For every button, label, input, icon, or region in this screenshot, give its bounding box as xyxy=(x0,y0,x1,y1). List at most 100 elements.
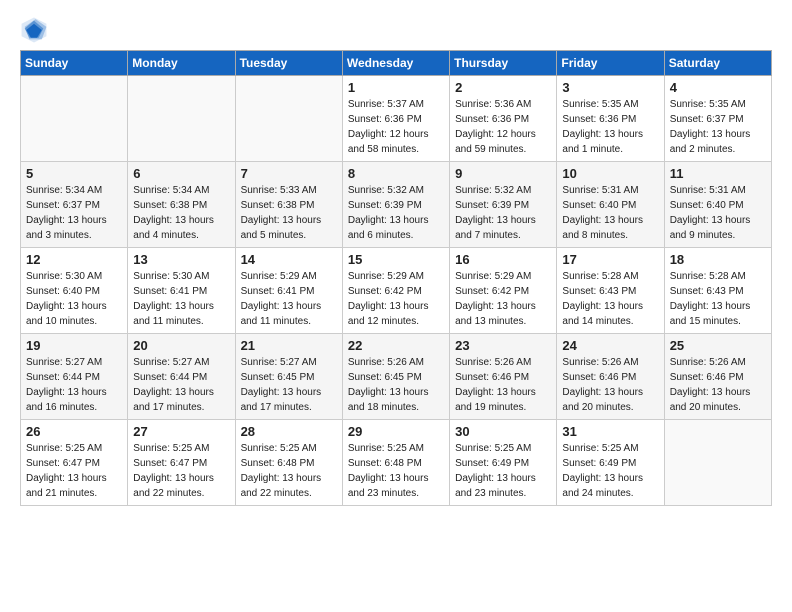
day-info: Sunrise: 5:26 AM Sunset: 6:45 PM Dayligh… xyxy=(348,355,444,415)
page-header xyxy=(20,16,772,44)
calendar-cell: 6 Sunrise: 5:34 AM Sunset: 6:38 PM Daylig… xyxy=(128,162,235,248)
day-number: 5 xyxy=(26,166,122,181)
calendar-cell: 17Sunrise: 5:28 AM Sunset: 6:43 PM Dayli… xyxy=(557,248,664,334)
calendar-cell: 2Sunrise: 5:36 AM Sunset: 6:36 PM Daylig… xyxy=(450,76,557,162)
calendar-cell: 27 Sunrise: 5:25 AM Sunset: 6:47 PM Dayli… xyxy=(128,420,235,506)
day-number: 27 xyxy=(133,424,229,439)
week-row-2: 5 Sunrise: 5:34 AM Sunset: 6:37 PM Daylig… xyxy=(21,162,772,248)
day-number: 26 xyxy=(26,424,122,439)
calendar-cell: 24 Sunrise: 5:26 AM Sunset: 6:46 PM Dayli… xyxy=(557,334,664,420)
day-info: Sunrise: 5:27 AM Sunset: 6:45 PM Dayligh… xyxy=(241,355,337,415)
calendar-cell: 1Sunrise: 5:37 AM Sunset: 6:36 PM Daylig… xyxy=(342,76,449,162)
day-info: Sunrise: 5:35 AM Sunset: 6:37 PM Dayligh… xyxy=(670,97,766,157)
logo xyxy=(20,16,52,44)
day-info: Sunrise: 5:32 AM Sunset: 6:39 PM Dayligh… xyxy=(455,183,551,243)
day-number: 18 xyxy=(670,252,766,267)
day-number: 28 xyxy=(241,424,337,439)
day-number: 24 xyxy=(562,338,658,353)
day-info: Sunrise: 5:34 AM Sunset: 6:38 PM Dayligh… xyxy=(133,183,229,243)
calendar-cell: 5 Sunrise: 5:34 AM Sunset: 6:37 PM Daylig… xyxy=(21,162,128,248)
calendar-cell xyxy=(664,420,771,506)
day-number: 3 xyxy=(562,80,658,95)
calendar-cell: 23 Sunrise: 5:26 AM Sunset: 6:46 PM Dayli… xyxy=(450,334,557,420)
calendar-cell: 16 Sunrise: 5:29 AM Sunset: 6:42 PM Dayli… xyxy=(450,248,557,334)
calendar-cell: 8 Sunrise: 5:32 AM Sunset: 6:39 PM Daylig… xyxy=(342,162,449,248)
calendar-cell: 29Sunrise: 5:25 AM Sunset: 6:48 PM Dayli… xyxy=(342,420,449,506)
day-info: Sunrise: 5:30 AM Sunset: 6:41 PM Dayligh… xyxy=(133,269,229,329)
day-header-saturday: Saturday xyxy=(664,51,771,76)
calendar-cell: 30 Sunrise: 5:25 AM Sunset: 6:49 PM Dayli… xyxy=(450,420,557,506)
day-number: 12 xyxy=(26,252,122,267)
calendar-cell: 13Sunrise: 5:30 AM Sunset: 6:41 PM Dayli… xyxy=(128,248,235,334)
calendar-cell: 7 Sunrise: 5:33 AM Sunset: 6:38 PM Daylig… xyxy=(235,162,342,248)
day-number: 2 xyxy=(455,80,551,95)
day-number: 4 xyxy=(670,80,766,95)
day-number: 8 xyxy=(348,166,444,181)
day-number: 15 xyxy=(348,252,444,267)
day-info: Sunrise: 5:34 AM Sunset: 6:37 PM Dayligh… xyxy=(26,183,122,243)
day-header-friday: Friday xyxy=(557,51,664,76)
day-info: Sunrise: 5:26 AM Sunset: 6:46 PM Dayligh… xyxy=(670,355,766,415)
calendar-cell: 9 Sunrise: 5:32 AM Sunset: 6:39 PM Daylig… xyxy=(450,162,557,248)
day-info: Sunrise: 5:35 AM Sunset: 6:36 PM Dayligh… xyxy=(562,97,658,157)
calendar-cell: 14Sunrise: 5:29 AM Sunset: 6:41 PM Dayli… xyxy=(235,248,342,334)
day-info: Sunrise: 5:31 AM Sunset: 6:40 PM Dayligh… xyxy=(562,183,658,243)
calendar-cell xyxy=(235,76,342,162)
week-row-3: 12 Sunrise: 5:30 AM Sunset: 6:40 PM Dayli… xyxy=(21,248,772,334)
day-number: 19 xyxy=(26,338,122,353)
day-number: 16 xyxy=(455,252,551,267)
day-info: Sunrise: 5:33 AM Sunset: 6:38 PM Dayligh… xyxy=(241,183,337,243)
calendar-cell: 18 Sunrise: 5:28 AM Sunset: 6:43 PM Dayli… xyxy=(664,248,771,334)
calendar-cell: 20Sunrise: 5:27 AM Sunset: 6:44 PM Dayli… xyxy=(128,334,235,420)
day-number: 30 xyxy=(455,424,551,439)
calendar-cell: 19 Sunrise: 5:27 AM Sunset: 6:44 PM Dayli… xyxy=(21,334,128,420)
day-info: Sunrise: 5:25 AM Sunset: 6:47 PM Dayligh… xyxy=(133,441,229,501)
day-info: Sunrise: 5:26 AM Sunset: 6:46 PM Dayligh… xyxy=(455,355,551,415)
day-info: Sunrise: 5:25 AM Sunset: 6:49 PM Dayligh… xyxy=(455,441,551,501)
calendar-cell: 4 Sunrise: 5:35 AM Sunset: 6:37 PM Daylig… xyxy=(664,76,771,162)
day-number: 25 xyxy=(670,338,766,353)
day-number: 22 xyxy=(348,338,444,353)
calendar-cell: 26 Sunrise: 5:25 AM Sunset: 6:47 PM Dayli… xyxy=(21,420,128,506)
day-info: Sunrise: 5:25 AM Sunset: 6:48 PM Dayligh… xyxy=(348,441,444,501)
day-info: Sunrise: 5:25 AM Sunset: 6:47 PM Dayligh… xyxy=(26,441,122,501)
calendar-cell: 31 Sunrise: 5:25 AM Sunset: 6:49 PM Dayli… xyxy=(557,420,664,506)
day-info: Sunrise: 5:30 AM Sunset: 6:40 PM Dayligh… xyxy=(26,269,122,329)
calendar-cell: 28 Sunrise: 5:25 AM Sunset: 6:48 PM Dayli… xyxy=(235,420,342,506)
day-header-thursday: Thursday xyxy=(450,51,557,76)
day-info: Sunrise: 5:29 AM Sunset: 6:41 PM Dayligh… xyxy=(241,269,337,329)
calendar-cell: 15 Sunrise: 5:29 AM Sunset: 6:42 PM Dayli… xyxy=(342,248,449,334)
day-info: Sunrise: 5:28 AM Sunset: 6:43 PM Dayligh… xyxy=(670,269,766,329)
week-row-5: 26 Sunrise: 5:25 AM Sunset: 6:47 PM Dayli… xyxy=(21,420,772,506)
day-number: 23 xyxy=(455,338,551,353)
day-number: 10 xyxy=(562,166,658,181)
days-header-row: SundayMondayTuesdayWednesdayThursdayFrid… xyxy=(21,51,772,76)
calendar-cell: 11Sunrise: 5:31 AM Sunset: 6:40 PM Dayli… xyxy=(664,162,771,248)
calendar-cell: 3 Sunrise: 5:35 AM Sunset: 6:36 PM Daylig… xyxy=(557,76,664,162)
day-number: 17 xyxy=(562,252,658,267)
calendar-table: SundayMondayTuesdayWednesdayThursdayFrid… xyxy=(20,50,772,506)
day-info: Sunrise: 5:26 AM Sunset: 6:46 PM Dayligh… xyxy=(562,355,658,415)
day-number: 7 xyxy=(241,166,337,181)
calendar-cell xyxy=(128,76,235,162)
day-info: Sunrise: 5:31 AM Sunset: 6:40 PM Dayligh… xyxy=(670,183,766,243)
day-number: 31 xyxy=(562,424,658,439)
logo-icon xyxy=(20,16,48,44)
day-number: 9 xyxy=(455,166,551,181)
day-info: Sunrise: 5:27 AM Sunset: 6:44 PM Dayligh… xyxy=(26,355,122,415)
day-number: 20 xyxy=(133,338,229,353)
day-header-tuesday: Tuesday xyxy=(235,51,342,76)
day-number: 6 xyxy=(133,166,229,181)
day-info: Sunrise: 5:25 AM Sunset: 6:49 PM Dayligh… xyxy=(562,441,658,501)
day-header-monday: Monday xyxy=(128,51,235,76)
week-row-4: 19 Sunrise: 5:27 AM Sunset: 6:44 PM Dayli… xyxy=(21,334,772,420)
calendar-cell: 22 Sunrise: 5:26 AM Sunset: 6:45 PM Dayli… xyxy=(342,334,449,420)
day-info: Sunrise: 5:32 AM Sunset: 6:39 PM Dayligh… xyxy=(348,183,444,243)
calendar-cell xyxy=(21,76,128,162)
day-header-wednesday: Wednesday xyxy=(342,51,449,76)
day-number: 21 xyxy=(241,338,337,353)
day-info: Sunrise: 5:29 AM Sunset: 6:42 PM Dayligh… xyxy=(455,269,551,329)
day-info: Sunrise: 5:37 AM Sunset: 6:36 PM Dayligh… xyxy=(348,97,444,157)
day-info: Sunrise: 5:29 AM Sunset: 6:42 PM Dayligh… xyxy=(348,269,444,329)
day-info: Sunrise: 5:25 AM Sunset: 6:48 PM Dayligh… xyxy=(241,441,337,501)
